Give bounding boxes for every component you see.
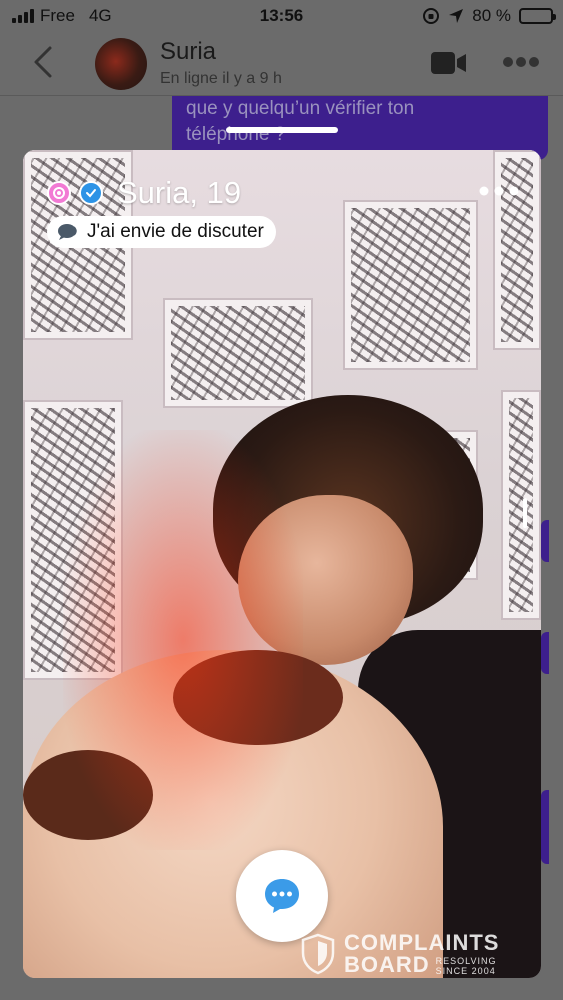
speech-bubble-icon [58, 224, 77, 240]
battery-percent: 80 % [472, 6, 511, 25]
battery-icon [519, 8, 556, 24]
manga-panel [501, 390, 541, 620]
avatar[interactable] [95, 38, 147, 90]
manga-panel [343, 200, 478, 370]
light-leak [63, 430, 303, 850]
mood-text: J'ai envie de discuter [87, 221, 264, 242]
profile-name-age: Suria, 19 [117, 175, 242, 210]
message-line-1: que y quelqu’un vérifier ton [186, 98, 415, 119]
orientation-lock-icon [423, 8, 440, 24]
watermark-text: COMPLAINTS BOARD RESOLVING SINCE 2004 [344, 930, 500, 977]
more-dots-icon[interactable] [479, 186, 519, 196]
side-bubble-edge [541, 790, 549, 864]
chat-header: Suria En ligne il y a 9 h [0, 32, 563, 96]
watermark-line1: COMPLAINTS [344, 930, 500, 955]
manga-panel [163, 298, 313, 408]
video-camera-icon[interactable] [430, 50, 468, 76]
chevron-left-icon[interactable] [26, 42, 62, 82]
status-bar: Free 4G 13:56 80 % [0, 0, 563, 32]
more-dots-icon[interactable] [502, 56, 540, 68]
profile-badge-icon [47, 181, 71, 205]
status-right: 80 % [422, 6, 556, 26]
manga-panel [493, 150, 541, 350]
chat-bubble-icon [265, 879, 299, 913]
profile-name-row: Suria, 19 [47, 175, 241, 211]
mood-pill: J'ai envie de discuter [47, 216, 276, 248]
chat-button[interactable] [236, 850, 328, 942]
watermark-tagline2: SINCE 2004 [435, 966, 496, 976]
sheet-grabber[interactable] [226, 127, 338, 133]
watermark: COMPLAINTS BOARD RESOLVING SINCE 2004 [300, 932, 499, 976]
location-arrow-icon [449, 9, 464, 23]
message-line-2: téléphone ? [186, 124, 286, 145]
profile-card[interactable]: Suria, 19 J'ai envie de discuter [23, 150, 541, 978]
photo-scroll-indicator[interactable] [523, 498, 527, 528]
side-bubble-edge [541, 632, 549, 674]
side-bubble-edge [541, 520, 549, 562]
shield-logo-icon [301, 933, 335, 975]
contact-name[interactable]: Suria [160, 38, 216, 66]
verified-check-icon [79, 181, 103, 205]
watermark-line2: BOARD [344, 952, 430, 977]
watermark-tagline1: RESOLVING [435, 956, 497, 966]
contact-status: En ligne il y a 9 h [160, 70, 282, 87]
